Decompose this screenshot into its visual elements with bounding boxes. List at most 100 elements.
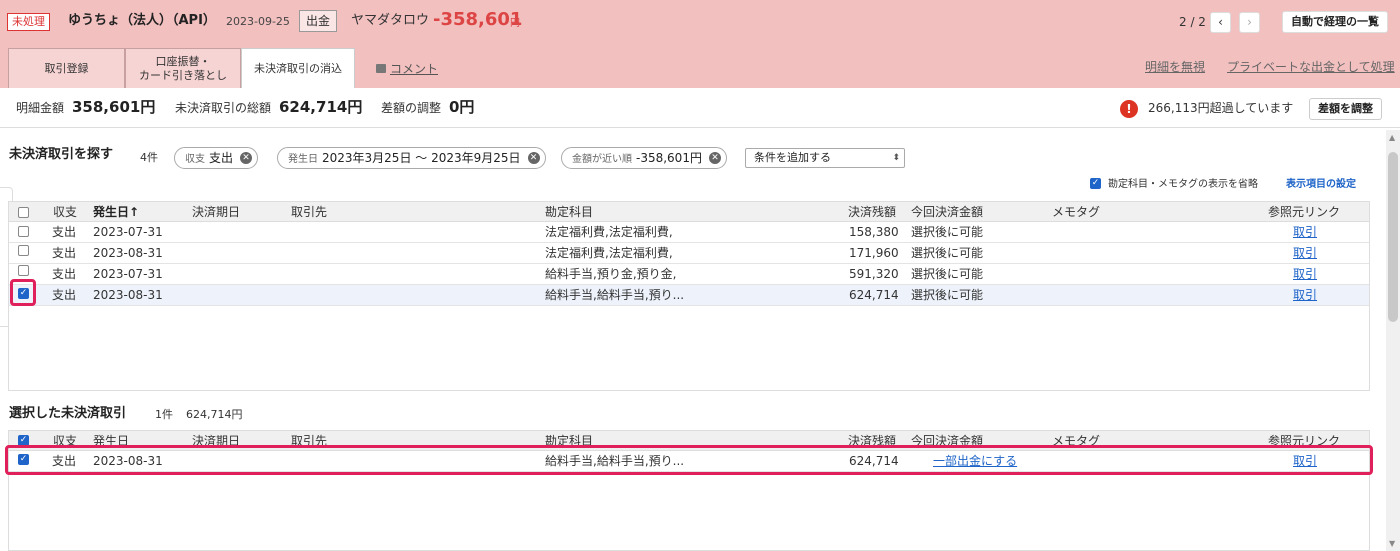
selected-section-title: 選択した未決済取引	[9, 406, 127, 421]
tab-reconcile[interactable]: 未決済取引の消込	[241, 48, 355, 88]
selected-total: 624,714円	[186, 408, 243, 421]
detail-amount-label: 明細金額	[16, 101, 65, 115]
cell-date: 2023-07-31	[93, 267, 163, 281]
cell-this-amount: 選択後に可能	[911, 288, 984, 302]
tab-label-line2: カード引き落とし	[139, 68, 227, 82]
sort-asc-icon: ↑	[129, 205, 140, 219]
table-row[interactable]: 支出 2023-08-31 法定福利費,法定福利費, 171,960 選択後に可…	[9, 243, 1369, 264]
scroll-up-icon[interactable]: ▲	[1389, 133, 1395, 142]
header-top-row: 未処理 ゆうちょ（法人）（API） 2023-09-25 出金 ヤマダタロウ -…	[0, 0, 1400, 42]
omit-display-checkbox[interactable]: ✓	[1090, 178, 1101, 189]
cell-this-amount: 選択後に可能	[911, 246, 984, 260]
cell-kind: 支出	[52, 225, 77, 239]
select-all-checkbox[interactable]	[18, 207, 29, 218]
diff-label: 差額の調整	[381, 101, 442, 115]
next-button[interactable]: ›	[1239, 12, 1260, 33]
ref-link[interactable]: 取引	[1293, 285, 1317, 305]
tab-register[interactable]: 取引登録	[8, 48, 125, 88]
filter-chip-amount[interactable]: 金額が近い順 -358,601円 ✕	[561, 147, 727, 169]
close-icon[interactable]: ✕	[527, 152, 540, 164]
col-kind: 収支	[53, 205, 78, 219]
col-date-label: 発生日	[93, 205, 130, 219]
status-badge: 未処理	[7, 13, 50, 31]
scrollbar-thumb[interactable]	[1388, 152, 1398, 322]
cell-this-amount: 選択後に可能	[911, 267, 984, 281]
col-account: 勘定科目	[545, 205, 594, 219]
highlight-row-annotation	[5, 445, 1373, 475]
highlight-checkbox-annotation	[10, 279, 36, 306]
comment-icon	[376, 64, 386, 73]
row-checkbox[interactable]	[18, 226, 29, 237]
row-checkbox[interactable]	[18, 245, 29, 256]
cell-date: 2023-08-31	[93, 288, 163, 302]
warning-icon: !	[1120, 100, 1138, 118]
cell-account: 法定福利費,法定福利費,	[545, 246, 673, 260]
ref-link[interactable]: 取引	[1293, 222, 1317, 242]
row-checkbox[interactable]	[18, 265, 29, 276]
ignore-detail-link[interactable]: 明細を無視	[1145, 59, 1205, 75]
cell-this-amount: 選択後に可能	[911, 225, 984, 239]
cell-account: 給料手当,給料手当,預り...	[545, 288, 685, 302]
col-due: 決済期日	[192, 205, 241, 219]
table-row-selected[interactable]: ✓ 支出 2023-08-31 給料手当,給料手当,預り... 624,714 …	[9, 285, 1369, 306]
transaction-date: 2023-09-25	[226, 15, 290, 28]
chevron-right-icon: ›	[1247, 15, 1252, 29]
scroll-down-icon[interactable]: ▼	[1389, 539, 1395, 548]
chip-value: -358,601円	[636, 151, 702, 165]
col-date[interactable]: 発生日↑	[93, 202, 139, 222]
select-arrow-icon: ⬍	[892, 153, 900, 163]
comment-label: コメント	[390, 62, 439, 76]
partner-name: ヤマダタロウ	[351, 13, 430, 28]
chip-label: 金額が近い順	[572, 154, 632, 165]
cell-date: 2023-08-31	[93, 246, 163, 260]
col-ref: 参照元リンク	[1268, 205, 1341, 219]
cell-date: 2023-07-31	[93, 225, 163, 239]
display-settings-link[interactable]: 表示項目の設定	[1286, 178, 1356, 192]
col-balance: 決済残額	[848, 205, 897, 219]
table-header: 収支 発生日↑ 決済期日 取引先 勘定科目 決済残額 今回決済金額 メモタグ 参…	[9, 202, 1369, 222]
previous-button[interactable]: ‹	[1210, 12, 1231, 33]
total-label: 未決済取引の総額	[175, 101, 272, 115]
total-value: 624,714円	[279, 98, 363, 116]
tab-label: 取引登録	[44, 61, 89, 75]
selected-count: 1件	[155, 408, 173, 421]
filter-chip-kind[interactable]: 収支 支出 ✕	[174, 147, 259, 169]
ref-link[interactable]: 取引	[1293, 243, 1317, 263]
filter-chip-date[interactable]: 発生日 2023年3月25日 〜 2023年9月25日 ✕	[277, 147, 546, 169]
omit-display-label: 勘定科目・メモタグの表示を省略	[1108, 179, 1258, 190]
auto-accounting-list-button[interactable]: 自動で経理の一覧	[1282, 11, 1388, 33]
search-result-count: 4件	[140, 151, 158, 164]
adjust-difference-button[interactable]: 差額を調整	[1309, 98, 1382, 120]
table-row[interactable]: 支出 2023-07-31 法定福利費,法定福利費, 158,380 選択後に可…	[9, 222, 1369, 243]
tab-transfer[interactable]: 口座振替・ カード引き落とし	[125, 48, 241, 88]
comment-link[interactable]: コメント	[376, 61, 438, 77]
search-section-title: 未決済取引を探す	[9, 147, 114, 162]
table-row[interactable]: 支出 2023-07-31 給料手当,預り金,預り金, 591,320 選択後に…	[9, 264, 1369, 285]
bank-account-name: ゆうちょ（法人）（API）	[68, 13, 216, 28]
chip-label: 収支	[185, 154, 205, 165]
cell-account: 給料手当,預り金,預り金,	[545, 267, 677, 281]
tab-label: 未決済取引の消込	[254, 61, 342, 75]
add-condition-select[interactable]: 条件を追加する ⬍	[745, 148, 905, 168]
tab-label-line1: 口座振替・	[155, 54, 211, 68]
cell-balance: 591,320	[849, 267, 899, 281]
col-memo: メモタグ	[1052, 205, 1101, 219]
close-icon[interactable]: ✕	[708, 152, 721, 164]
cell-balance: 171,960	[849, 246, 899, 260]
amount-unit: 円	[510, 18, 520, 29]
ref-link[interactable]: 取引	[1293, 264, 1317, 284]
private-withdrawal-link[interactable]: プライベートな出金として処理	[1227, 59, 1395, 75]
chip-label: 発生日	[288, 154, 318, 165]
col-partner: 取引先	[291, 205, 328, 219]
diff-value: 0円	[449, 98, 475, 116]
chip-value: 2023年3月25日 〜 2023年9月25日	[322, 151, 521, 165]
add-condition-label: 条件を追加する	[754, 151, 831, 164]
cell-kind: 支出	[52, 246, 77, 260]
chip-value: 支出	[209, 151, 234, 165]
cell-balance: 158,380	[849, 225, 899, 239]
pager-indicator: 2 / 2	[1179, 15, 1206, 29]
col-this-amount: 今回決済金額	[911, 205, 984, 219]
chevron-left-icon: ‹	[1218, 15, 1223, 29]
close-icon[interactable]: ✕	[240, 152, 253, 164]
direction-badge: 出金	[299, 10, 338, 32]
